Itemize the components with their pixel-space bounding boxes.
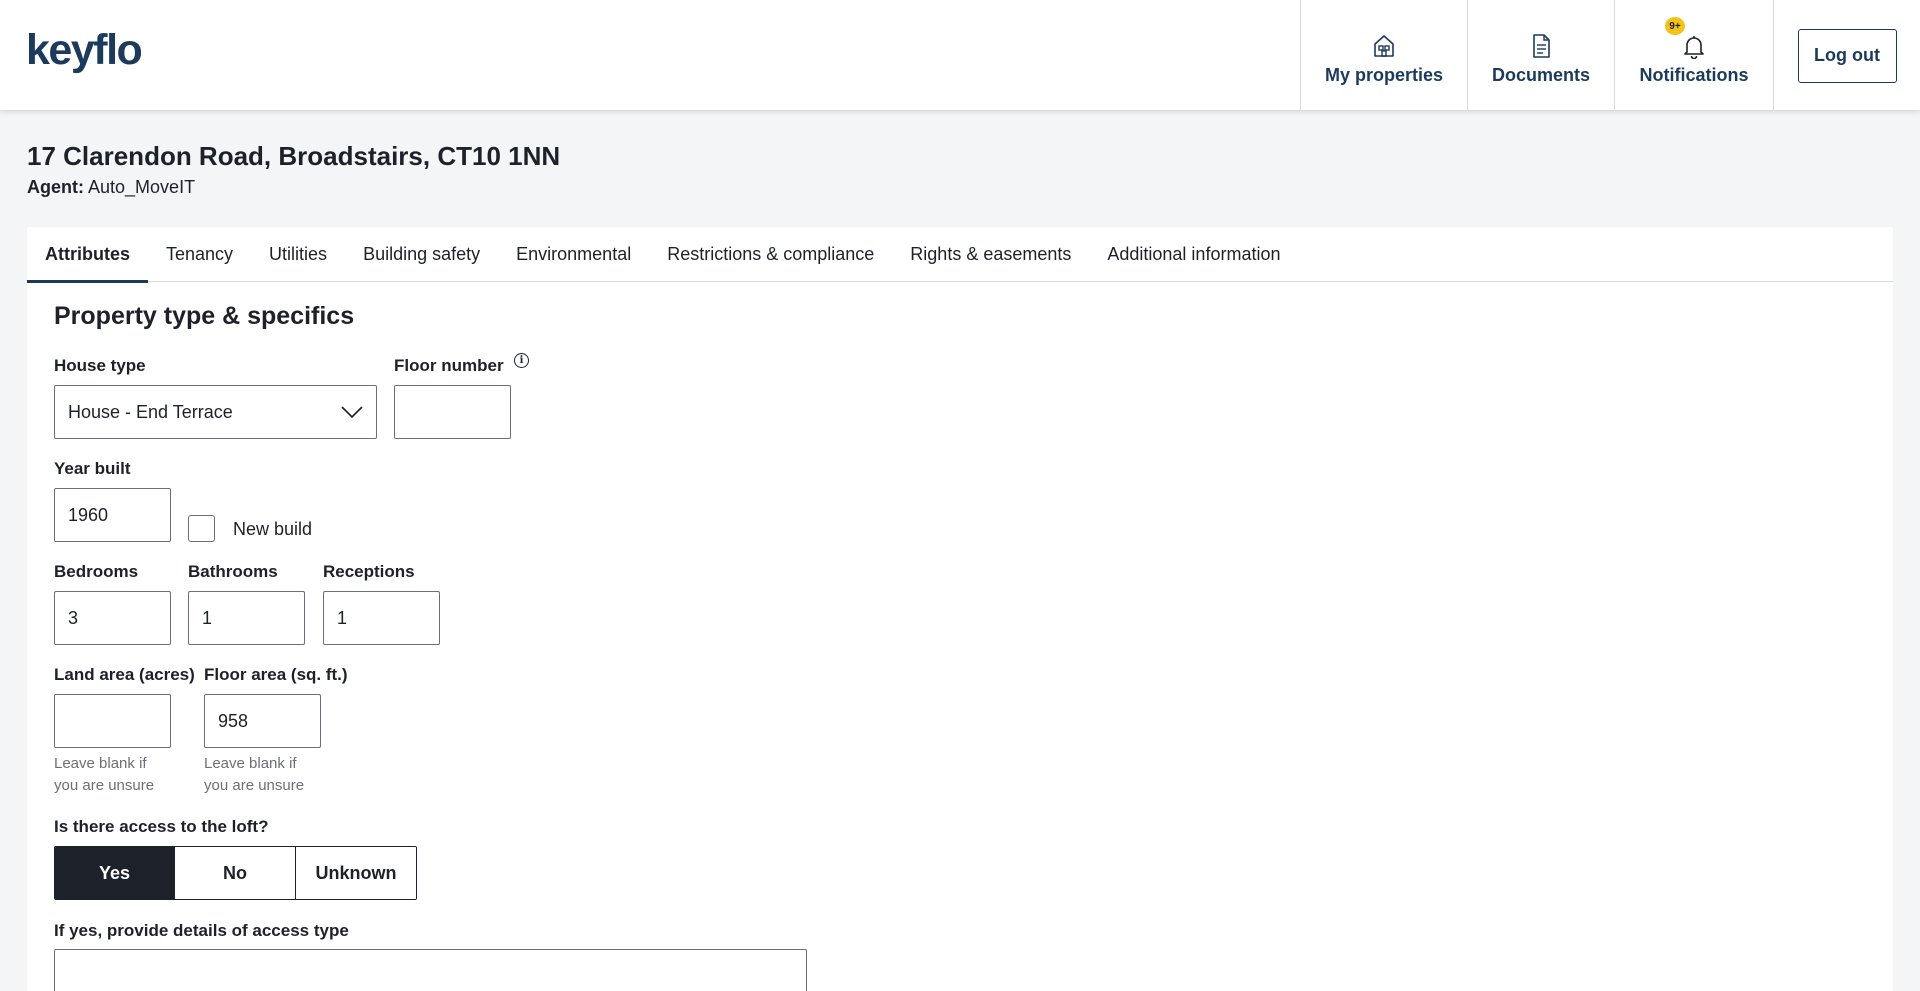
tab-additional-information[interactable]: Additional information [1089,227,1298,282]
nav-notifications[interactable]: Notifications [1614,0,1773,111]
loft-no-button[interactable]: No [175,847,296,899]
new-build-label[interactable]: New build [233,519,312,540]
agent-name: Auto_MoveIT [88,177,196,197]
tab-bar: Attributes Tenancy Utilities Building sa… [27,227,1893,283]
year-built-label: Year built [54,459,131,478]
tab-utilities[interactable]: Utilities [251,227,345,282]
agent-label: Agent: [27,177,84,197]
bathrooms-label: Bathrooms [188,562,278,581]
land-area-help: Leave blank if you are unsure [54,755,155,794]
floor-number-label: Floor number [394,356,504,375]
nav-my-properties[interactable]: My properties [1300,0,1467,111]
logout-button[interactable]: Log out [1797,28,1897,83]
land-area-input[interactable] [54,694,171,748]
chevron-down-icon [341,406,363,419]
bedrooms-label: Bedrooms [54,562,139,581]
house-type-select[interactable]: House - End Terrace [54,385,377,439]
floor-area-label: Floor area (sq. ft.) [204,665,348,684]
tab-attributes[interactable]: Attributes [27,227,148,283]
receptions-input[interactable]: 1 [323,591,440,645]
access-details-textarea[interactable] [54,949,807,991]
year-built-input[interactable]: 1960 [54,488,171,542]
section-title: Property type & specifics [54,302,355,330]
nav-documents[interactable]: Documents [1467,0,1614,111]
notification-badge: 9+ [1665,17,1685,35]
bell-icon [1684,36,1704,59]
loft-unknown-button[interactable]: Unknown [296,847,416,899]
tab-rights-easements[interactable]: Rights & easements [892,227,1089,282]
logout-container: Log out [1773,0,1920,111]
nav-label: My properties [1324,65,1444,85]
house-type-label: House type [54,356,146,375]
new-build-checkbox[interactable] [188,515,215,542]
tab-environmental[interactable]: Environmental [498,227,649,282]
house-icon [1374,35,1394,57]
loft-access-label: Is there access to the loft? [54,817,269,836]
main-nav: My properties Documents Notifications Lo… [1300,0,1920,111]
property-title: 17 Clarendon Road, Broadstairs, CT10 1NN [27,141,561,171]
tab-restrictions-compliance[interactable]: Restrictions & compliance [649,227,892,282]
access-details-label: If yes, provide details of access type [54,921,349,940]
nav-label: Documents [1491,65,1590,85]
floor-number-input[interactable] [394,385,511,439]
loft-access-toggle: Yes No Unknown [54,846,417,900]
tab-building-safety[interactable]: Building safety [345,227,498,282]
tab-tenancy[interactable]: Tenancy [148,227,251,282]
house-type-value: House - End Terrace [68,401,233,422]
loft-yes-button[interactable]: Yes [55,847,175,899]
bathrooms-input[interactable]: 1 [188,591,305,645]
floor-area-input[interactable]: 958 [204,694,321,748]
receptions-label: Receptions [323,562,415,581]
bedrooms-input[interactable]: 3 [54,591,171,645]
top-header: keyflo My properties Documents Notificat… [0,0,1920,111]
property-card: Attributes Tenancy Utilities Building sa… [27,227,1893,991]
keyflo-logo[interactable]: keyflo [26,26,143,75]
info-icon[interactable]: i [514,353,529,368]
nav-label: Notifications [1639,65,1749,85]
document-icon [1533,34,1550,58]
land-area-label: Land area (acres) [54,665,195,684]
floor-area-help: Leave blank if you are unsure [204,755,305,794]
agent-line: Agent: Auto_MoveIT [27,177,195,198]
